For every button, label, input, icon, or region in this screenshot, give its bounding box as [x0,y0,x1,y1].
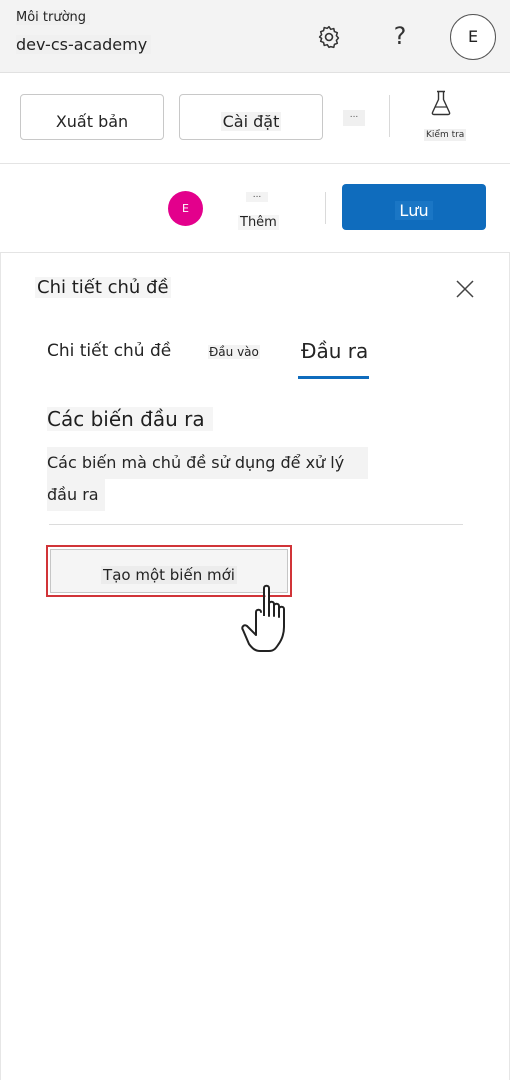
tab-output[interactable]: Đầu ra [301,339,368,363]
more-options-button[interactable]: ... [343,110,365,126]
test-button-label[interactable]: Kiểm tra [424,129,467,141]
top-bar: Môi trường dev-cs-academy ? E [0,0,510,73]
help-button[interactable]: ? [390,22,410,50]
flask-icon[interactable] [430,90,452,116]
more-icon[interactable]: ... [246,191,268,202]
action-row: E ... Thêm Lưu [0,164,510,253]
command-bar: Xuất bản Cài đặt ... Kiểm tra [0,73,510,164]
more-label[interactable]: Thêm [238,215,279,230]
toolbar-divider [389,95,390,137]
section-heading: Các biến đầu ra [47,407,213,431]
user-avatar[interactable]: E [168,191,203,226]
tab-selected-indicator [298,376,369,379]
tab-topic-details[interactable]: Chi tiết chủ đề [47,341,171,361]
close-icon[interactable] [455,279,475,299]
divider [49,524,463,525]
topic-details-panel: Chi tiết chủ đề Chi tiết chủ đề Đầu vào … [0,253,510,1080]
section-description: Các biến mà chủ đề sử dụng để xử lý đầu … [47,447,413,511]
environment-selector[interactable]: dev-cs-academy [16,35,152,54]
gear-icon[interactable] [316,24,342,50]
hand-pointer-icon [241,584,285,652]
account-avatar[interactable]: E [450,14,496,60]
environment-label: Môi trường [16,10,91,25]
save-button[interactable]: Lưu [342,184,486,230]
action-divider [325,192,326,224]
publish-button[interactable]: Xuất bản [20,94,164,140]
tab-input[interactable]: Đầu vào [208,345,260,359]
panel-title: Chi tiết chủ đề [35,277,171,298]
settings-button[interactable]: Cài đặt [179,94,323,140]
